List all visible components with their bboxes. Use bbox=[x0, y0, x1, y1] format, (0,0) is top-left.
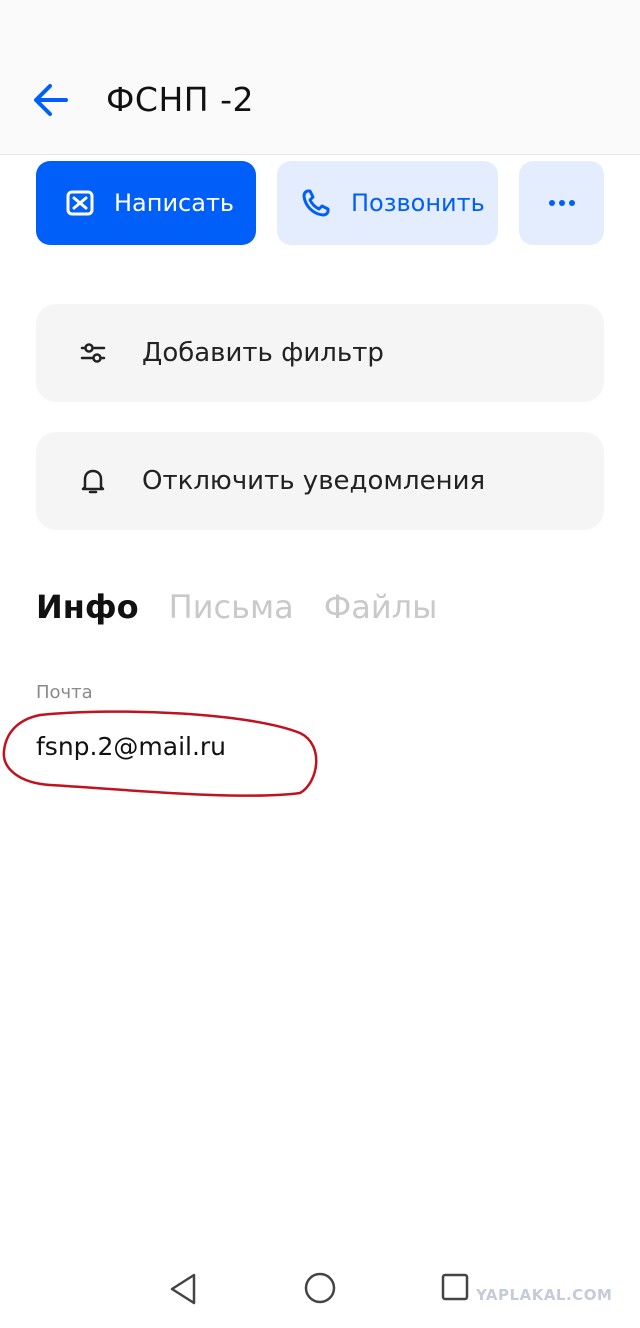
page-title: ФСНП -2 bbox=[106, 80, 254, 119]
content-tabs: Инфо Письма Файлы bbox=[36, 588, 437, 626]
filter-icon bbox=[76, 336, 110, 370]
more-icon bbox=[548, 200, 575, 206]
tab-files[interactable]: Файлы bbox=[324, 588, 438, 626]
mail-icon bbox=[66, 190, 94, 216]
arrow-left-icon bbox=[34, 84, 68, 116]
write-button-label: Написать bbox=[114, 189, 235, 217]
app-header: ФСНП -2 bbox=[0, 0, 640, 155]
highlight-circle bbox=[2, 710, 318, 797]
nav-back-icon[interactable] bbox=[168, 1272, 198, 1306]
add-filter-label: Добавить фильтр bbox=[142, 338, 384, 368]
mute-notifications-row[interactable]: Отключить уведомления bbox=[36, 432, 604, 530]
write-button[interactable]: Написать bbox=[36, 161, 256, 245]
phone-icon bbox=[302, 189, 330, 217]
nav-home-icon[interactable] bbox=[302, 1270, 338, 1306]
tab-info[interactable]: Инфо bbox=[36, 588, 139, 626]
back-button[interactable] bbox=[30, 80, 72, 120]
email-field-label: Почта bbox=[36, 682, 93, 703]
mute-notifications-label: Отключить уведомления bbox=[142, 466, 486, 496]
bell-icon bbox=[76, 464, 110, 498]
watermark: YAPLAKAL.COM bbox=[476, 1286, 613, 1304]
tab-letters[interactable]: Письма bbox=[169, 588, 294, 626]
nav-recent-icon[interactable] bbox=[440, 1272, 470, 1302]
more-button[interactable] bbox=[519, 161, 604, 245]
call-button-label: Позвонить bbox=[351, 189, 485, 217]
add-filter-row[interactable]: Добавить фильтр bbox=[36, 304, 604, 402]
call-button[interactable]: Позвонить bbox=[277, 161, 498, 245]
